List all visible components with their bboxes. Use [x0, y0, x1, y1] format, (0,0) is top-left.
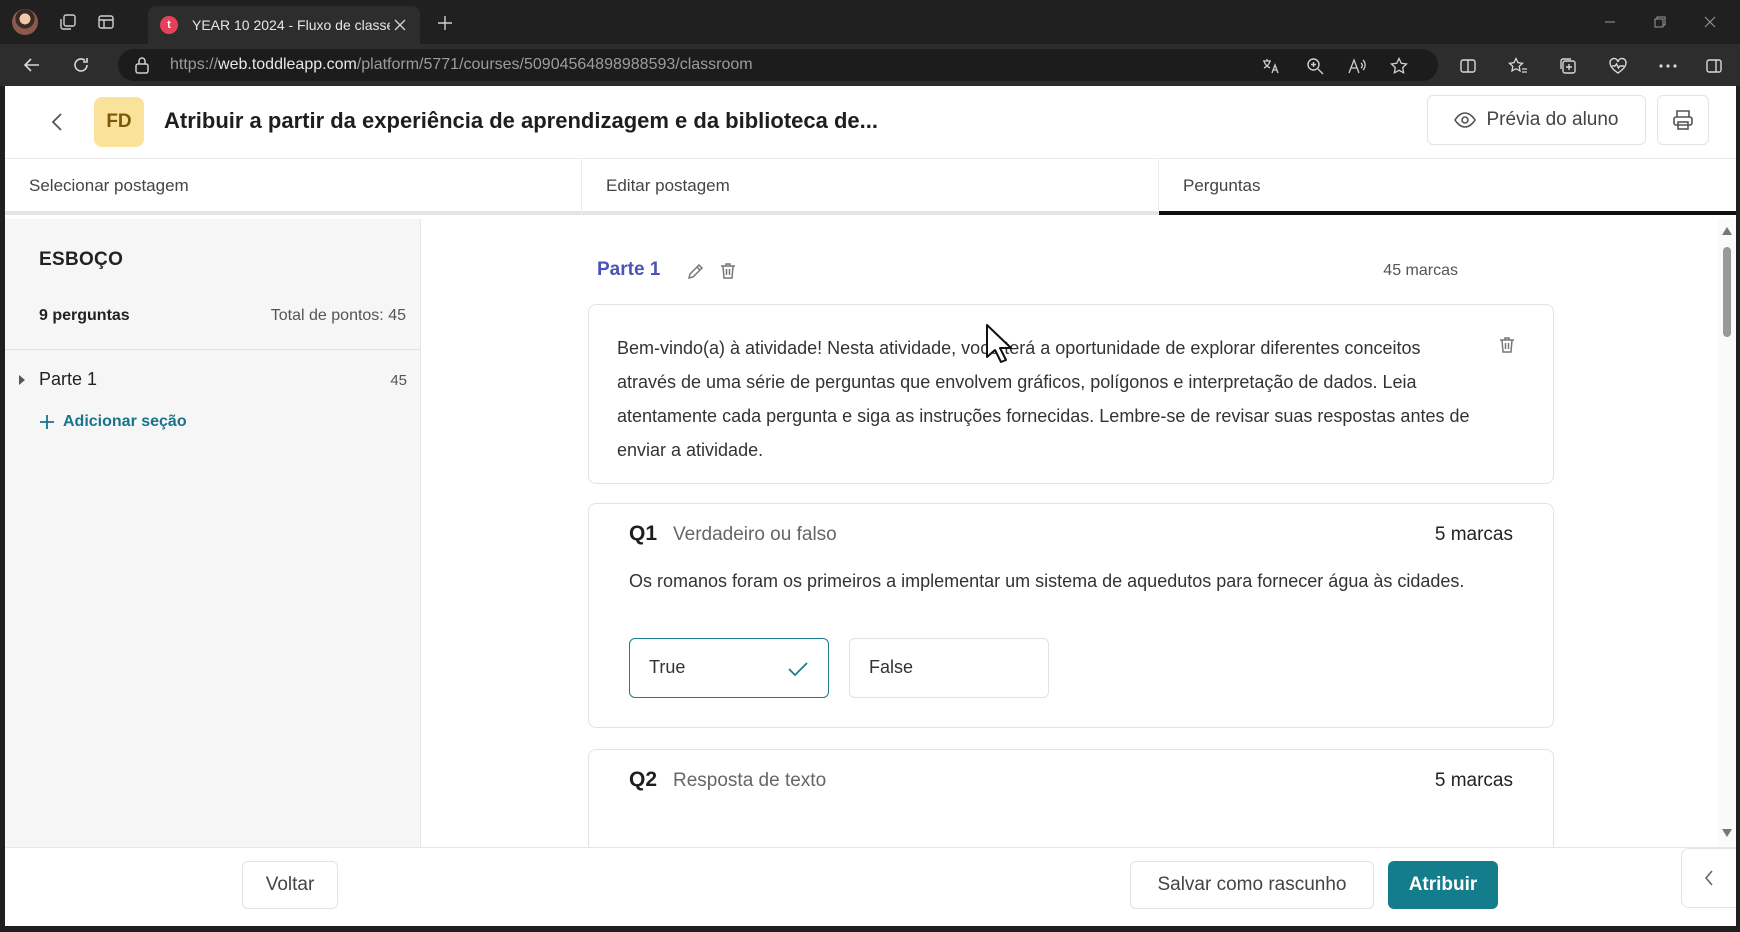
- trash-icon[interactable]: [1497, 335, 1519, 357]
- url-text[interactable]: https://web.toddleapp.com/platform/5771/…: [170, 56, 753, 74]
- tab-select-post-label: Selecionar postagem: [29, 176, 189, 195]
- question-number: Q2: [629, 768, 658, 791]
- checkmark-icon: [786, 657, 810, 681]
- question-marks: 5 marcas: [1434, 524, 1513, 545]
- questions-panel: Parte 1 45 marcas Bem-vindo(a) à ativida…: [422, 219, 1718, 847]
- close-tab-icon[interactable]: [390, 15, 410, 35]
- split-screen-icon[interactable]: [1456, 54, 1480, 78]
- eye-icon: [1454, 112, 1477, 128]
- tab-select-post[interactable]: Selecionar postagem: [5, 159, 582, 215]
- chevron-left-icon: [1704, 870, 1713, 886]
- question-number: Q1: [629, 522, 658, 545]
- toddle-page: FD Atribuir a partir da experiência de a…: [5, 86, 1736, 926]
- restore-icon[interactable]: [1648, 11, 1672, 33]
- option-true[interactable]: True: [629, 638, 829, 698]
- zoom-icon[interactable]: [1304, 55, 1326, 77]
- tab-progress-bar: [1159, 211, 1736, 215]
- translate-icon[interactable]: [1260, 55, 1282, 77]
- tab-progress-bar: [582, 211, 1158, 215]
- back-button[interactable]: Voltar: [242, 861, 338, 909]
- question-text: Os romanos foram os primeiros a implemen…: [629, 571, 1465, 591]
- url-path: /platform/5771/courses/50904564898988593…: [356, 56, 753, 73]
- question-card-q1[interactable]: Q1 Verdadeiro ou falso 5 marcas Os roman…: [588, 503, 1554, 728]
- question-count: 9 perguntas: [39, 307, 130, 324]
- outline-item-part-1[interactable]: Parte 1 45: [5, 363, 421, 399]
- browser-tab-active[interactable]: t YEAR 10 2024 - Fluxo de classe: [148, 6, 420, 44]
- collections-icon[interactable]: [1556, 54, 1580, 78]
- footer-bar: Voltar Salvar como rascunho Atribuir: [5, 847, 1736, 926]
- question-type: Verdadeiro ou falso: [673, 524, 837, 545]
- browser-toolbar: https://web.toddleapp.com/platform/5771/…: [0, 44, 1740, 86]
- more-options-icon[interactable]: [1656, 54, 1680, 78]
- tab-progress-bar: [5, 211, 581, 215]
- workspaces-icon[interactable]: [56, 10, 80, 34]
- scroll-down-arrow-icon[interactable]: [1722, 829, 1732, 839]
- minimize-icon[interactable]: [1598, 11, 1622, 33]
- divider: [5, 349, 421, 350]
- close-window-icon[interactable]: [1698, 11, 1722, 33]
- tab-actions-icon[interactable]: [94, 10, 118, 34]
- outline-title: ESBOÇO: [39, 249, 124, 270]
- option-label: True: [649, 657, 686, 677]
- avatar: FD: [94, 97, 144, 147]
- student-preview-button[interactable]: Prévia do aluno: [1427, 95, 1646, 145]
- toddle-favicon-icon: t: [160, 16, 178, 34]
- add-section-button[interactable]: Adicionar seção: [39, 413, 187, 431]
- intro-text: Bem-vindo(a) à atividade! Nesta atividad…: [617, 338, 1470, 460]
- expand-panel-button[interactable]: [1681, 848, 1736, 908]
- page-header: FD Atribuir a partir da experiência de a…: [5, 86, 1736, 159]
- url-prefix: https://: [170, 56, 219, 73]
- question-card-q2[interactable]: Q2 Resposta de texto 5 marcas: [588, 749, 1554, 847]
- part-marks: 45 marcas: [1383, 262, 1458, 279]
- plus-icon: [40, 415, 54, 429]
- tab-edit-post-label: Editar postagem: [606, 176, 730, 195]
- address-bar[interactable]: https://web.toddleapp.com/platform/5771/…: [118, 49, 1438, 81]
- question-type: Resposta de texto: [673, 770, 827, 791]
- outline-item-points: 45: [390, 372, 407, 389]
- step-tabs: Selecionar postagem Editar postagem Perg…: [5, 159, 1736, 215]
- question-marks: 5 marcas: [1434, 770, 1513, 791]
- option-label: False: [869, 657, 914, 677]
- browser-tabbar: t YEAR 10 2024 - Fluxo de classe: [0, 0, 1740, 44]
- page-title: Atribuir a partir da experiência de apre…: [164, 108, 878, 133]
- outline-sidebar: ESBOÇO 9 perguntas Total de pontos: 45 P…: [5, 219, 421, 847]
- assign-button[interactable]: Atribuir: [1388, 861, 1498, 909]
- header-back-icon[interactable]: [43, 108, 71, 136]
- printer-icon: [1673, 110, 1693, 130]
- profile-avatar[interactable]: [12, 9, 38, 35]
- tab-questions[interactable]: Perguntas: [1159, 159, 1736, 215]
- refresh-icon[interactable]: [67, 51, 95, 79]
- part-title: Parte 1: [597, 259, 661, 280]
- scrollbar-thumb[interactable]: [1723, 247, 1731, 337]
- print-button[interactable]: [1657, 95, 1709, 145]
- browser-essentials-icon[interactable]: [1606, 54, 1630, 78]
- sidebar-toggle-icon[interactable]: [1702, 54, 1726, 78]
- vertical-scrollbar[interactable]: [1718, 219, 1736, 847]
- favorite-star-icon[interactable]: [1388, 55, 1410, 77]
- new-tab-icon[interactable]: [432, 10, 458, 36]
- tab-edit-post[interactable]: Editar postagem: [582, 159, 1159, 215]
- url-host: web.toddleapp.com: [218, 56, 357, 73]
- caret-right-icon[interactable]: [19, 375, 29, 387]
- option-false[interactable]: False: [849, 638, 1049, 698]
- lock-icon[interactable]: [134, 56, 152, 74]
- scroll-up-arrow-icon[interactable]: [1722, 227, 1732, 237]
- intro-card[interactable]: Bem-vindo(a) à atividade! Nesta atividad…: [588, 304, 1554, 484]
- tab-questions-label: Perguntas: [1183, 176, 1261, 195]
- edit-pencil-icon[interactable]: [686, 261, 708, 283]
- outline-item-label: Parte 1: [39, 369, 98, 389]
- mouse-cursor-icon: [985, 323, 1013, 363]
- total-points: Total de pontos: 45: [270, 307, 406, 324]
- back-arrow-icon[interactable]: [18, 51, 46, 79]
- save-draft-button[interactable]: Salvar como rascunho: [1130, 861, 1374, 909]
- tab-title: YEAR 10 2024 - Fluxo de classe: [192, 17, 390, 33]
- add-section-label: Adicionar seção: [63, 413, 187, 430]
- favorites-icon[interactable]: [1506, 54, 1530, 78]
- student-preview-label: Prévia do aluno: [1486, 109, 1619, 130]
- read-aloud-icon[interactable]: [1346, 55, 1368, 77]
- trash-icon[interactable]: [718, 261, 740, 283]
